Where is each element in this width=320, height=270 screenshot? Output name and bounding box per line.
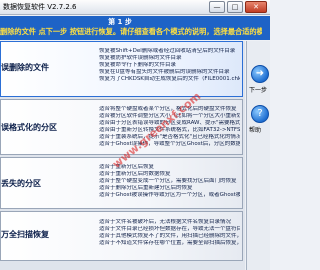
description-line: 适合于文件目录已经损坏但数据存在，导致无法一个盘符目录	[99, 226, 240, 232]
help-icon[interactable]: ?	[251, 105, 269, 123]
description-line: 恢复被命令行下删除的文件目录	[99, 62, 177, 68]
minimize-button[interactable]: —	[209, 1, 225, 13]
mode-options: 误删除的文件 恢复被Shift+Del删除或者经过回收站清空后的文件目录 恢复被…	[0, 41, 245, 270]
arrow-right-icon[interactable]: ➜	[251, 65, 269, 83]
description-line: 适合于整个硬盘变成一个分区，需要找分区后面门的恢复	[99, 178, 237, 184]
description-line: 恢复为了CHKDSK自动生成恢复后的文件（FILE0001.chk等文件类型）	[99, 76, 240, 82]
description-line: 适合于不知道文件保存在哪个位置，需要全部扫描后恢复，并重要已有文件	[99, 240, 240, 246]
description-line: 适合由于重新分区转换文件系统格式，比如FAT32->NTFS，或者NTFS->F…	[99, 127, 240, 133]
option-title: 丢失的分区	[1, 179, 41, 188]
description-line: 适合于Ghost误操作，导致整个分区Ghost后，分区的数据恢复	[99, 141, 240, 147]
title-bar: 数据恢复软件 V2.7.2.6 — □ ✕	[0, 0, 270, 15]
description-line: 适合于Ghost被误操作导致分区为一个分区，或者Ghost被到到硬盘分成几个分区	[99, 192, 240, 198]
description-line: 适合于重装系统后，提示"是否格式化"且已经格式化的情况	[99, 134, 240, 140]
option-full-scan[interactable]: 万全扫描恢复 适合于文件名被破坏后，无法根据文件名恢复目录情况 适合于文件目录已…	[0, 211, 243, 261]
description-line: 恢复被Shift+Del删除或者经过回收站清空后的文件目录	[99, 48, 236, 54]
step-label: 第 1 步	[108, 18, 132, 26]
wizard-header: 第 1 步 删除的文件 点下一步 按钮进行恢复。请仔细查看各个模式的说明，选择最…	[0, 16, 270, 40]
right-side-panel: ➜ 下一步 ? 帮助	[246, 41, 270, 270]
option-formatted-partition[interactable]: 误格式化的分区 适合将整个硬盘或者某个分区，格式化后的硬盘文件恢复 适合被分区软…	[0, 99, 243, 155]
description-line: 适合于删除分区后重新建分区后的恢复	[99, 185, 193, 191]
option-title: 误格式化的分区	[1, 123, 57, 132]
description-line: 恢复被防护软件误删除的文件目录	[99, 55, 182, 61]
help-button-label[interactable]: 帮助	[249, 125, 271, 134]
window-title: 数据恢复软件 V2.7.2.6	[3, 3, 77, 11]
option-deleted-files[interactable]: 误删除的文件 恢复被Shift+Del删除或者经过回收站清空后的文件目录 恢复被…	[0, 41, 243, 97]
close-button[interactable]: ✕	[245, 1, 267, 13]
description-line: 适合于其他模式恢复不了的文件，用扫描已经删除的文件，恢复文件	[99, 233, 240, 239]
description-line: 恢复在U盘等有盘头的文件被删后的误删除的文件目录	[99, 69, 230, 75]
next-button-label[interactable]: 下一步	[249, 85, 271, 94]
window-controls: — □ ✕	[209, 1, 267, 13]
description-line: 适合于重新分区后的数据恢复	[99, 171, 171, 177]
option-description: 适合于文件名被破坏后，无法根据文件名恢复目录情况 适合于文件目录已经损坏但数据存…	[99, 219, 240, 247]
option-description: 恢复被Shift+Del删除或者经过回收站清空后的文件目录 恢复被防护软件误删除…	[99, 48, 240, 83]
option-title: 误删除的文件	[1, 63, 49, 72]
maximize-button[interactable]: □	[227, 1, 243, 13]
option-title: 万全扫描恢复	[1, 230, 49, 239]
description-line: 适合于文件名被破坏后，无法根据文件名恢复目录情况	[99, 219, 232, 225]
instruction-text: 删除的文件 点下一步 按钮进行恢复。请仔细查看各个模式的说明，选择最合适的模式。	[0, 27, 262, 36]
